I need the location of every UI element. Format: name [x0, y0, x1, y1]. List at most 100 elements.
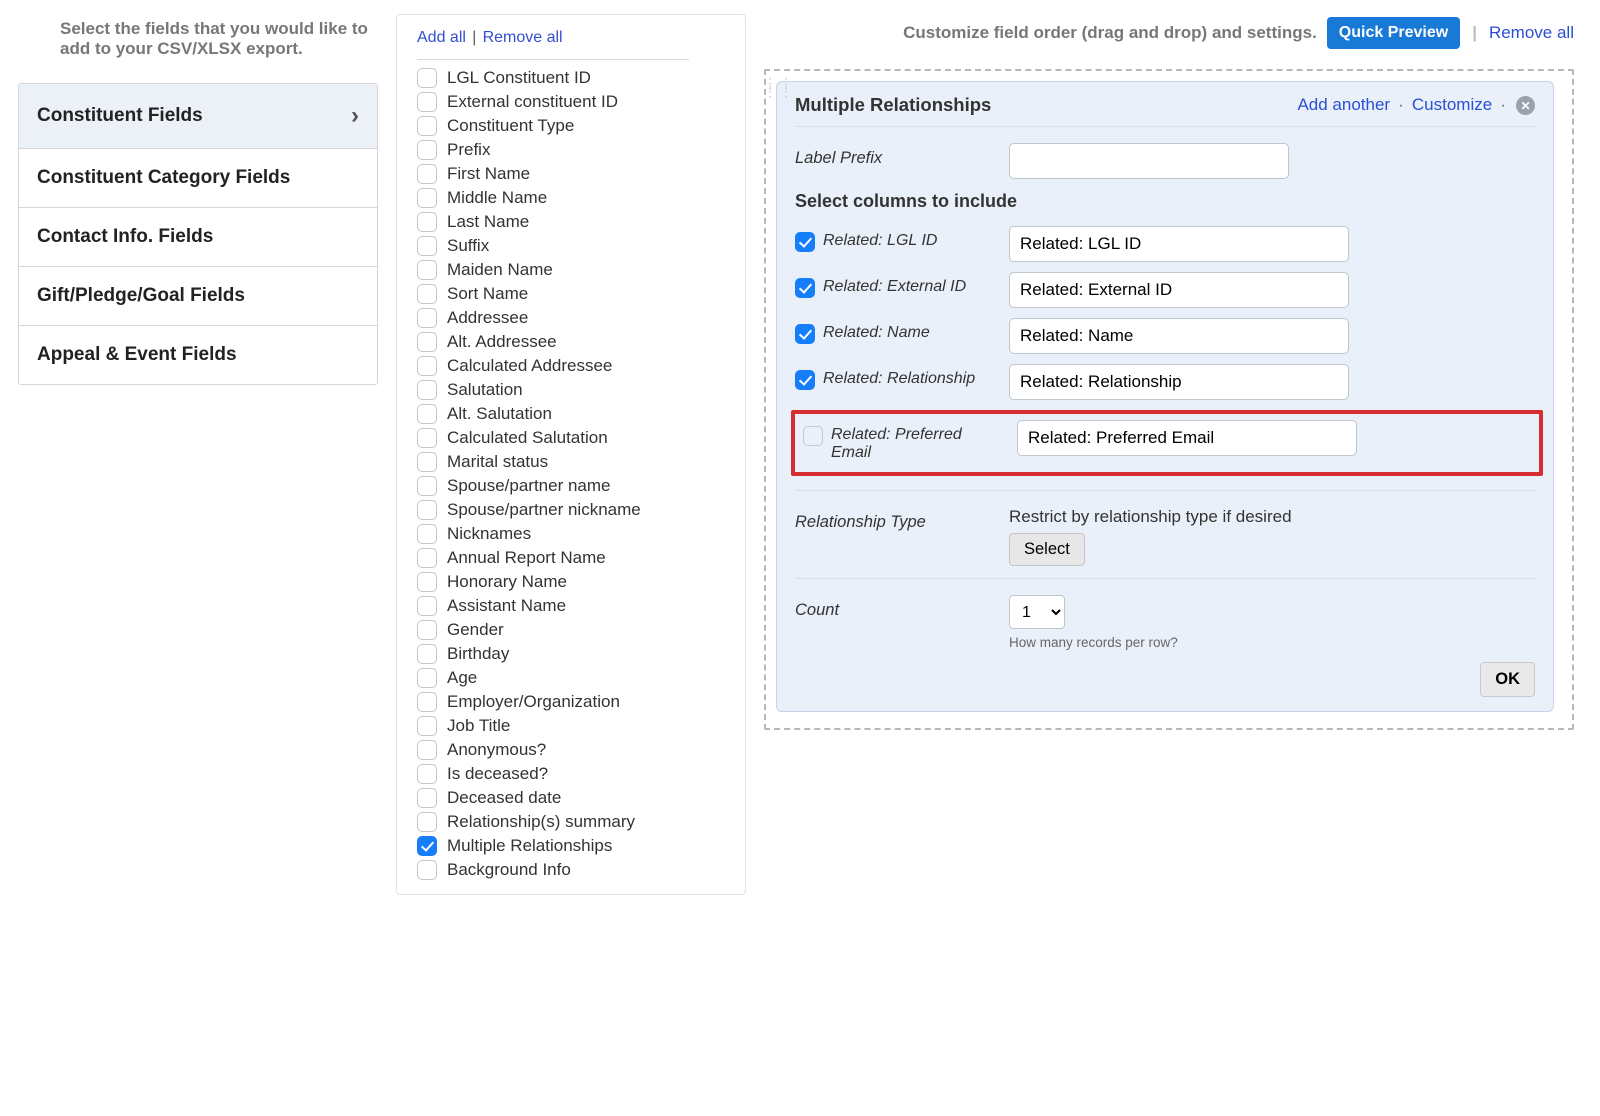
- quick-preview-button[interactable]: Quick Preview: [1327, 17, 1460, 49]
- field-item[interactable]: Suffix: [417, 236, 735, 256]
- field-label: Maiden Name: [447, 260, 553, 280]
- field-checkbox[interactable]: [417, 572, 437, 592]
- field-item[interactable]: External constituent ID: [417, 92, 735, 112]
- field-item[interactable]: Is deceased?: [417, 764, 735, 784]
- field-checkbox[interactable]: [417, 260, 437, 280]
- field-checkbox[interactable]: [417, 788, 437, 808]
- field-checkbox[interactable]: [417, 308, 437, 328]
- field-item[interactable]: Calculated Salutation: [417, 428, 735, 448]
- column-value-input[interactable]: [1009, 272, 1349, 308]
- column-value-input[interactable]: [1009, 318, 1349, 354]
- field-checkbox[interactable]: [417, 860, 437, 880]
- field-item[interactable]: Spouse/partner name: [417, 476, 735, 496]
- add-another-link[interactable]: Add another: [1297, 95, 1390, 114]
- field-item[interactable]: Sort Name: [417, 284, 735, 304]
- field-checkbox[interactable]: [417, 596, 437, 616]
- field-checkbox[interactable]: [417, 836, 437, 856]
- column-checkbox[interactable]: [795, 278, 815, 298]
- category-item[interactable]: Gift/Pledge/Goal Fields: [19, 267, 377, 326]
- category-item[interactable]: Contact Info. Fields: [19, 208, 377, 267]
- select-button[interactable]: Select: [1009, 533, 1085, 566]
- close-icon[interactable]: ✕: [1516, 96, 1535, 115]
- column-checkbox-label: Related: LGL ID: [795, 226, 995, 252]
- field-checkbox[interactable]: [417, 524, 437, 544]
- field-item[interactable]: Multiple Relationships: [417, 836, 735, 856]
- field-checkbox[interactable]: [417, 548, 437, 568]
- ok-button[interactable]: OK: [1480, 662, 1535, 697]
- field-item[interactable]: Prefix: [417, 140, 735, 160]
- field-item[interactable]: Employer/Organization: [417, 692, 735, 712]
- field-checkbox[interactable]: [417, 476, 437, 496]
- column-checkbox[interactable]: [803, 426, 823, 446]
- field-checkbox[interactable]: [417, 68, 437, 88]
- field-item[interactable]: Nicknames: [417, 524, 735, 544]
- field-checkbox[interactable]: [417, 380, 437, 400]
- field-item[interactable]: Alt. Addressee: [417, 332, 735, 352]
- field-item[interactable]: Assistant Name: [417, 596, 735, 616]
- field-item[interactable]: Maiden Name: [417, 260, 735, 280]
- field-checkbox[interactable]: [417, 284, 437, 304]
- field-checkbox[interactable]: [417, 164, 437, 184]
- section-separator-2: [795, 578, 1535, 579]
- category-item[interactable]: Constituent Category Fields: [19, 149, 377, 208]
- field-checkbox[interactable]: [417, 140, 437, 160]
- field-item[interactable]: First Name: [417, 164, 735, 184]
- column-value-input[interactable]: [1009, 364, 1349, 400]
- field-item[interactable]: Calculated Addressee: [417, 356, 735, 376]
- column-checkbox[interactable]: [795, 324, 815, 344]
- field-item[interactable]: LGL Constituent ID: [417, 68, 735, 88]
- field-checkbox[interactable]: [417, 764, 437, 784]
- category-item[interactable]: Appeal & Event Fields: [19, 326, 377, 384]
- field-item[interactable]: Middle Name: [417, 188, 735, 208]
- field-checkbox[interactable]: [417, 692, 437, 712]
- field-item[interactable]: Age: [417, 668, 735, 688]
- field-checkbox[interactable]: [417, 620, 437, 640]
- field-item[interactable]: Alt. Salutation: [417, 404, 735, 424]
- field-label: Job Title: [447, 716, 510, 736]
- column-checkbox[interactable]: [795, 370, 815, 390]
- field-checkbox[interactable]: [417, 356, 437, 376]
- field-item[interactable]: Deceased date: [417, 788, 735, 808]
- field-item[interactable]: Birthday: [417, 644, 735, 664]
- field-checkbox[interactable]: [417, 740, 437, 760]
- field-label: Prefix: [447, 140, 490, 160]
- field-checkbox[interactable]: [417, 500, 437, 520]
- field-item[interactable]: Addressee: [417, 308, 735, 328]
- field-item[interactable]: Honorary Name: [417, 572, 735, 592]
- add-all-link[interactable]: Add all: [417, 29, 466, 46]
- remove-all-link[interactable]: Remove all: [1489, 23, 1574, 43]
- field-checkbox[interactable]: [417, 332, 437, 352]
- field-item[interactable]: Annual Report Name: [417, 548, 735, 568]
- drag-handle-icon[interactable]: ⋮⋮⋮⋮: [763, 79, 795, 95]
- field-item[interactable]: Salutation: [417, 380, 735, 400]
- field-checkbox[interactable]: [417, 92, 437, 112]
- field-checkbox[interactable]: [417, 404, 437, 424]
- field-checkbox[interactable]: [417, 428, 437, 448]
- field-checkbox[interactable]: [417, 644, 437, 664]
- field-item[interactable]: Anonymous?: [417, 740, 735, 760]
- field-item[interactable]: Marital status: [417, 452, 735, 472]
- field-item[interactable]: Gender: [417, 620, 735, 640]
- count-select[interactable]: 1: [1009, 595, 1065, 629]
- column-value-input[interactable]: [1009, 226, 1349, 262]
- field-checkbox[interactable]: [417, 212, 437, 232]
- field-checkbox[interactable]: [417, 116, 437, 136]
- remove-all-fields-link[interactable]: Remove all: [483, 29, 563, 46]
- field-item[interactable]: Constituent Type: [417, 116, 735, 136]
- field-item[interactable]: Spouse/partner nickname: [417, 500, 735, 520]
- customize-link[interactable]: Customize: [1412, 95, 1492, 114]
- field-checkbox[interactable]: [417, 716, 437, 736]
- field-item[interactable]: Background Info: [417, 860, 735, 880]
- field-checkbox[interactable]: [417, 812, 437, 832]
- field-checkbox[interactable]: [417, 188, 437, 208]
- field-checkbox[interactable]: [417, 452, 437, 472]
- field-item[interactable]: Last Name: [417, 212, 735, 232]
- field-checkbox[interactable]: [417, 668, 437, 688]
- category-item[interactable]: Constituent Fields›: [19, 84, 377, 149]
- field-item[interactable]: Job Title: [417, 716, 735, 736]
- field-item[interactable]: Relationship(s) summary: [417, 812, 735, 832]
- column-value-input[interactable]: [1017, 420, 1357, 456]
- column-checkbox[interactable]: [795, 232, 815, 252]
- field-checkbox[interactable]: [417, 236, 437, 256]
- label-prefix-input[interactable]: [1009, 143, 1289, 179]
